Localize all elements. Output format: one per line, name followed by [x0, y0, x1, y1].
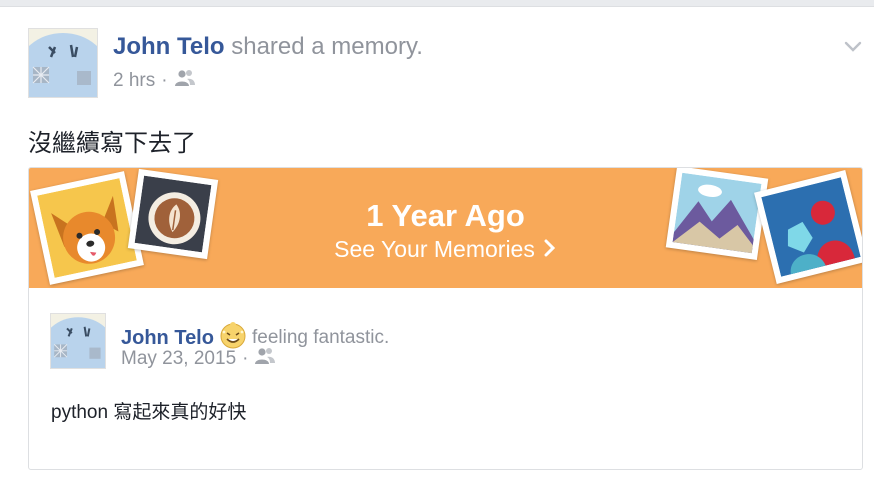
chevron-down-icon[interactable] [842, 35, 864, 57]
post-timestamp[interactable]: 2 hrs [113, 70, 155, 92]
post-action-text: shared a memory. [224, 33, 423, 60]
original-post-text: python 寫起來真的好快 [51, 402, 247, 423]
author-avatar[interactable] [28, 28, 98, 98]
memory-banner[interactable]: 1 Year Ago See Your Memories [29, 168, 862, 288]
feed-post: John Telo shared a memory. 2 hrs · 沒繼續寫下… [0, 6, 874, 478]
post-header: John Telo shared a memory. [113, 33, 423, 61]
people-photo-illustration [754, 170, 862, 284]
post-text: 沒繼續寫下去了 [28, 130, 196, 157]
meta-separator: · [161, 70, 168, 91]
post-meta: 2 hrs · [113, 69, 196, 93]
see-memories-label: See Your Memories [334, 236, 535, 262]
original-author-avatar[interactable] [50, 313, 106, 369]
original-post-meta: May 23, 2015 · [121, 347, 276, 371]
meta-separator: · [242, 348, 249, 369]
friends-icon[interactable] [174, 69, 196, 93]
author-name-link[interactable]: John Telo [113, 33, 225, 60]
friends-icon[interactable] [254, 347, 276, 371]
chevron-right-icon [543, 237, 557, 264]
memory-card[interactable]: 1 Year Ago See Your Memories John Telo f… [28, 167, 863, 470]
original-post-date[interactable]: May 23, 2015 [121, 348, 236, 370]
mountain-photo-illustration [665, 168, 769, 261]
feeling-text: feeling fantastic. [251, 327, 390, 348]
